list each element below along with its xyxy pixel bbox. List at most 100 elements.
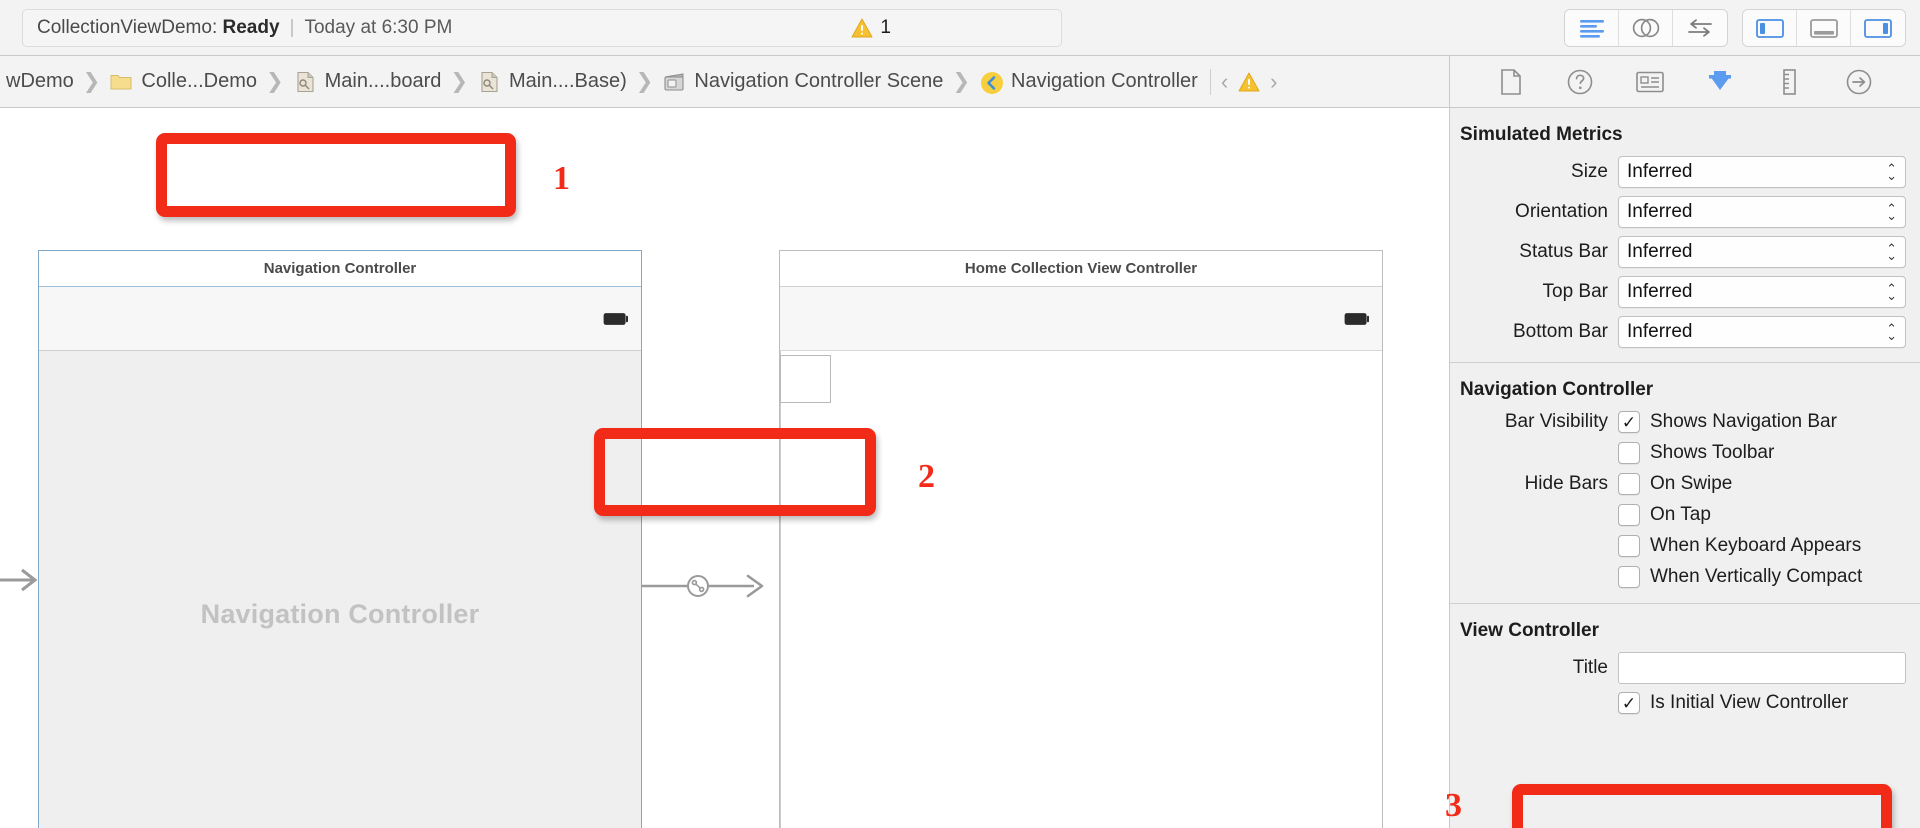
version-editor-button[interactable]	[1673, 9, 1727, 46]
previous-issue-button[interactable]: ‹	[1221, 69, 1228, 95]
relationship-segue[interactable]	[642, 573, 782, 599]
row-hide-bars-on-swipe: Hide Bars On Swipe	[1450, 473, 1920, 495]
chevron-right-icon: ❯	[82, 70, 101, 93]
simulated-navigation-bar	[780, 287, 1382, 351]
title-field[interactable]	[1618, 652, 1906, 684]
assistant-editor-button[interactable]	[1619, 9, 1673, 46]
view-controller-section: View Controller Title Is Initial View Co…	[1450, 604, 1920, 729]
scene-home-collection-view-controller[interactable]: Home Collection View Controller	[779, 250, 1383, 828]
row-label: Orientation	[1515, 201, 1608, 222]
popup-value: Inferred	[1627, 241, 1693, 262]
popup-value: Inferred	[1627, 321, 1693, 342]
chevron-updown-icon: ⌃ ⌄	[1886, 161, 1897, 183]
checkbox-label: When Keyboard Appears	[1650, 535, 1862, 556]
row-hide-bars-keyboard: When Keyboard Appears	[1450, 535, 1920, 557]
breadcrumb-item-navigation-controller[interactable]: Navigation Controller	[977, 70, 1200, 94]
hide-bars-when-vertically-compact-checkbox[interactable]	[1618, 566, 1640, 588]
breadcrumb-item-project[interactable]: wDemo	[4, 70, 76, 93]
scene-content-area: Navigation Controller	[39, 351, 641, 828]
row-orientation: Orientation Inferred ⌃ ⌄	[1450, 196, 1920, 228]
chevron-updown-icon: ⌃ ⌄	[1886, 201, 1897, 223]
toolbar-right-controls	[1564, 8, 1906, 47]
issue-badge[interactable]: 1	[851, 17, 891, 39]
collection-view[interactable]	[780, 351, 1382, 828]
issue-count-label: 1	[880, 16, 891, 38]
checkbox-label: When Vertically Compact	[1650, 566, 1863, 587]
status-date-label: Today at 6:30 PM	[304, 16, 453, 38]
scene-clapperboard-icon	[662, 70, 686, 94]
toggle-navigator-button[interactable]	[1743, 9, 1797, 46]
storyboard-file-icon	[293, 70, 317, 94]
row-label: Status Bar	[1519, 241, 1608, 262]
battery-icon	[603, 312, 629, 325]
row-label: Size	[1571, 161, 1608, 182]
checkbox-label: Shows Navigation Bar	[1650, 411, 1837, 432]
checkbox-label: Shows Toolbar	[1650, 442, 1775, 463]
status-project-label: CollectionViewDemo: Ready	[37, 16, 280, 38]
connections-inspector-tab[interactable]	[1838, 65, 1880, 99]
view-toggles-segmented-control	[1742, 8, 1906, 47]
section-title: View Controller	[1460, 620, 1600, 641]
identity-inspector-tab[interactable]	[1629, 65, 1671, 99]
row-label: Bar Visibility	[1504, 411, 1608, 432]
chevron-updown-icon: ⌃ ⌄	[1886, 241, 1897, 263]
orientation-popup-button[interactable]: Inferred ⌃ ⌄	[1618, 196, 1906, 228]
row-title: Title	[1450, 652, 1920, 684]
toggle-inspector-button[interactable]	[1851, 9, 1905, 46]
file-inspector-tab[interactable]	[1490, 65, 1532, 99]
hide-bars-when-keyboard-appears-checkbox[interactable]	[1618, 535, 1640, 557]
attributes-inspector-tab[interactable]	[1699, 65, 1741, 99]
row-shows-toolbar: Shows Toolbar	[1450, 442, 1920, 464]
bottom-bar-popup-button[interactable]: Inferred ⌃ ⌄	[1618, 316, 1906, 348]
row-top-bar: Top Bar Inferred ⌃ ⌄	[1450, 276, 1920, 308]
breadcrumb-label: Navigation Controller	[1011, 70, 1198, 92]
checkbox-label: On Swipe	[1650, 473, 1733, 494]
chevron-updown-icon: ⌃ ⌄	[1886, 321, 1897, 343]
popup-value: Inferred	[1627, 161, 1693, 182]
breadcrumb-item-scene[interactable]: Navigation Controller Scene	[660, 70, 945, 94]
inspector-tab-bar	[1450, 56, 1920, 107]
status-bar-popup-button[interactable]: Inferred ⌃ ⌄	[1618, 236, 1906, 268]
chevron-right-icon: ❯	[952, 70, 971, 93]
breadcrumb-label: wDemo	[6, 70, 74, 92]
hide-bars-on-tap-checkbox[interactable]	[1618, 504, 1640, 526]
row-status-bar: Status Bar Inferred ⌃ ⌄	[1450, 236, 1920, 268]
scene-navigation-controller[interactable]: Navigation Controller Navigation Control…	[38, 250, 642, 828]
toggle-debug-area-button[interactable]	[1797, 9, 1851, 46]
storyboard-canvas[interactable]: Navigation Controller Navigation Control…	[0, 108, 1450, 828]
scene-title: Navigation Controller	[39, 251, 641, 287]
simulated-metrics-section: Simulated Metrics Size Inferred ⌃ ⌄ Orien…	[1450, 108, 1920, 362]
battery-icon	[1344, 312, 1370, 325]
quick-help-inspector-tab[interactable]	[1559, 65, 1601, 99]
checkbox-label: On Tap	[1650, 504, 1711, 525]
chevron-updown-icon: ⌃ ⌄	[1886, 281, 1897, 303]
standard-editor-button[interactable]	[1565, 9, 1619, 46]
simulated-navigation-bar	[39, 287, 641, 351]
warning-triangle-icon[interactable]	[1238, 72, 1260, 92]
is-initial-view-controller-checkbox[interactable]	[1618, 692, 1640, 714]
row-hide-bars-on-tap: On Tap	[1450, 504, 1920, 526]
row-bar-visibility: Bar Visibility Shows Navigation Bar	[1450, 411, 1920, 433]
section-title: Navigation Controller	[1460, 379, 1654, 400]
hide-bars-on-swipe-checkbox[interactable]	[1618, 473, 1640, 495]
toolbar: CollectionViewDemo: Ready | Today at 6:3…	[0, 0, 1920, 56]
next-issue-button[interactable]: ›	[1270, 69, 1277, 95]
editor-body: Navigation Controller Navigation Control…	[0, 108, 1920, 828]
status-separator: |	[289, 16, 295, 38]
collection-view-left-edge	[780, 351, 781, 828]
row-label: Hide Bars	[1524, 473, 1608, 494]
top-bar-popup-button[interactable]: Inferred ⌃ ⌄	[1618, 276, 1906, 308]
row-label: Bottom Bar	[1512, 321, 1608, 342]
navigation-controller-section: Navigation Controller Bar Visibility Sho…	[1450, 363, 1920, 603]
attributes-inspector: Simulated Metrics Size Inferred ⌃ ⌄ Orien…	[1450, 108, 1920, 828]
shows-toolbar-checkbox[interactable]	[1618, 442, 1640, 464]
popup-value: Inferred	[1627, 201, 1693, 222]
collection-view-cell[interactable]	[780, 355, 831, 403]
size-inspector-tab[interactable]	[1768, 65, 1810, 99]
breadcrumb-item-storyboard[interactable]: Main....board	[291, 70, 444, 94]
size-popup-button[interactable]: Inferred ⌃ ⌄	[1618, 156, 1906, 188]
activity-status-bar: CollectionViewDemo: Ready | Today at 6:3…	[22, 8, 1062, 47]
shows-navigation-bar-checkbox[interactable]	[1618, 411, 1640, 433]
breadcrumb-item-folder[interactable]: Colle...Demo	[107, 70, 259, 94]
breadcrumb-item-storyboard-base[interactable]: Main....Base)	[475, 70, 629, 94]
